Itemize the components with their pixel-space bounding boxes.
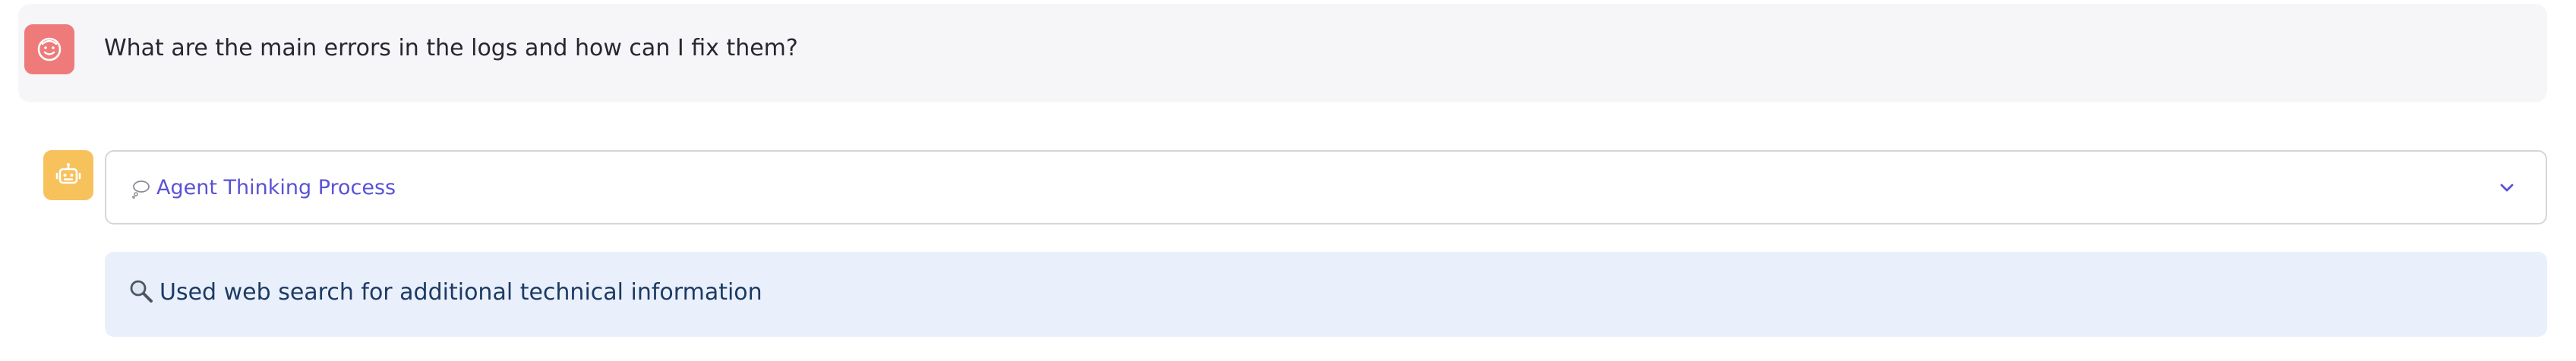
agent-thinking-expander[interactable]: Agent Thinking Process: [105, 150, 2547, 224]
web-search-info-text: Used web search for additional technical…: [159, 279, 762, 306]
web-search-info-box: Used web search for additional technical…: [105, 252, 2547, 337]
smiley-face-icon: [37, 37, 62, 61]
magnifier-icon: [130, 280, 153, 303]
user-message-text: What are the main errors in the logs and…: [104, 35, 798, 61]
user-avatar: [24, 24, 74, 74]
chevron-down-icon[interactable]: [2496, 177, 2518, 199]
robot-icon: [55, 163, 81, 184]
thought-bubble-icon: [131, 174, 152, 202]
assistant-avatar: [43, 150, 93, 200]
expander-label: Agent Thinking Process: [156, 176, 396, 199]
